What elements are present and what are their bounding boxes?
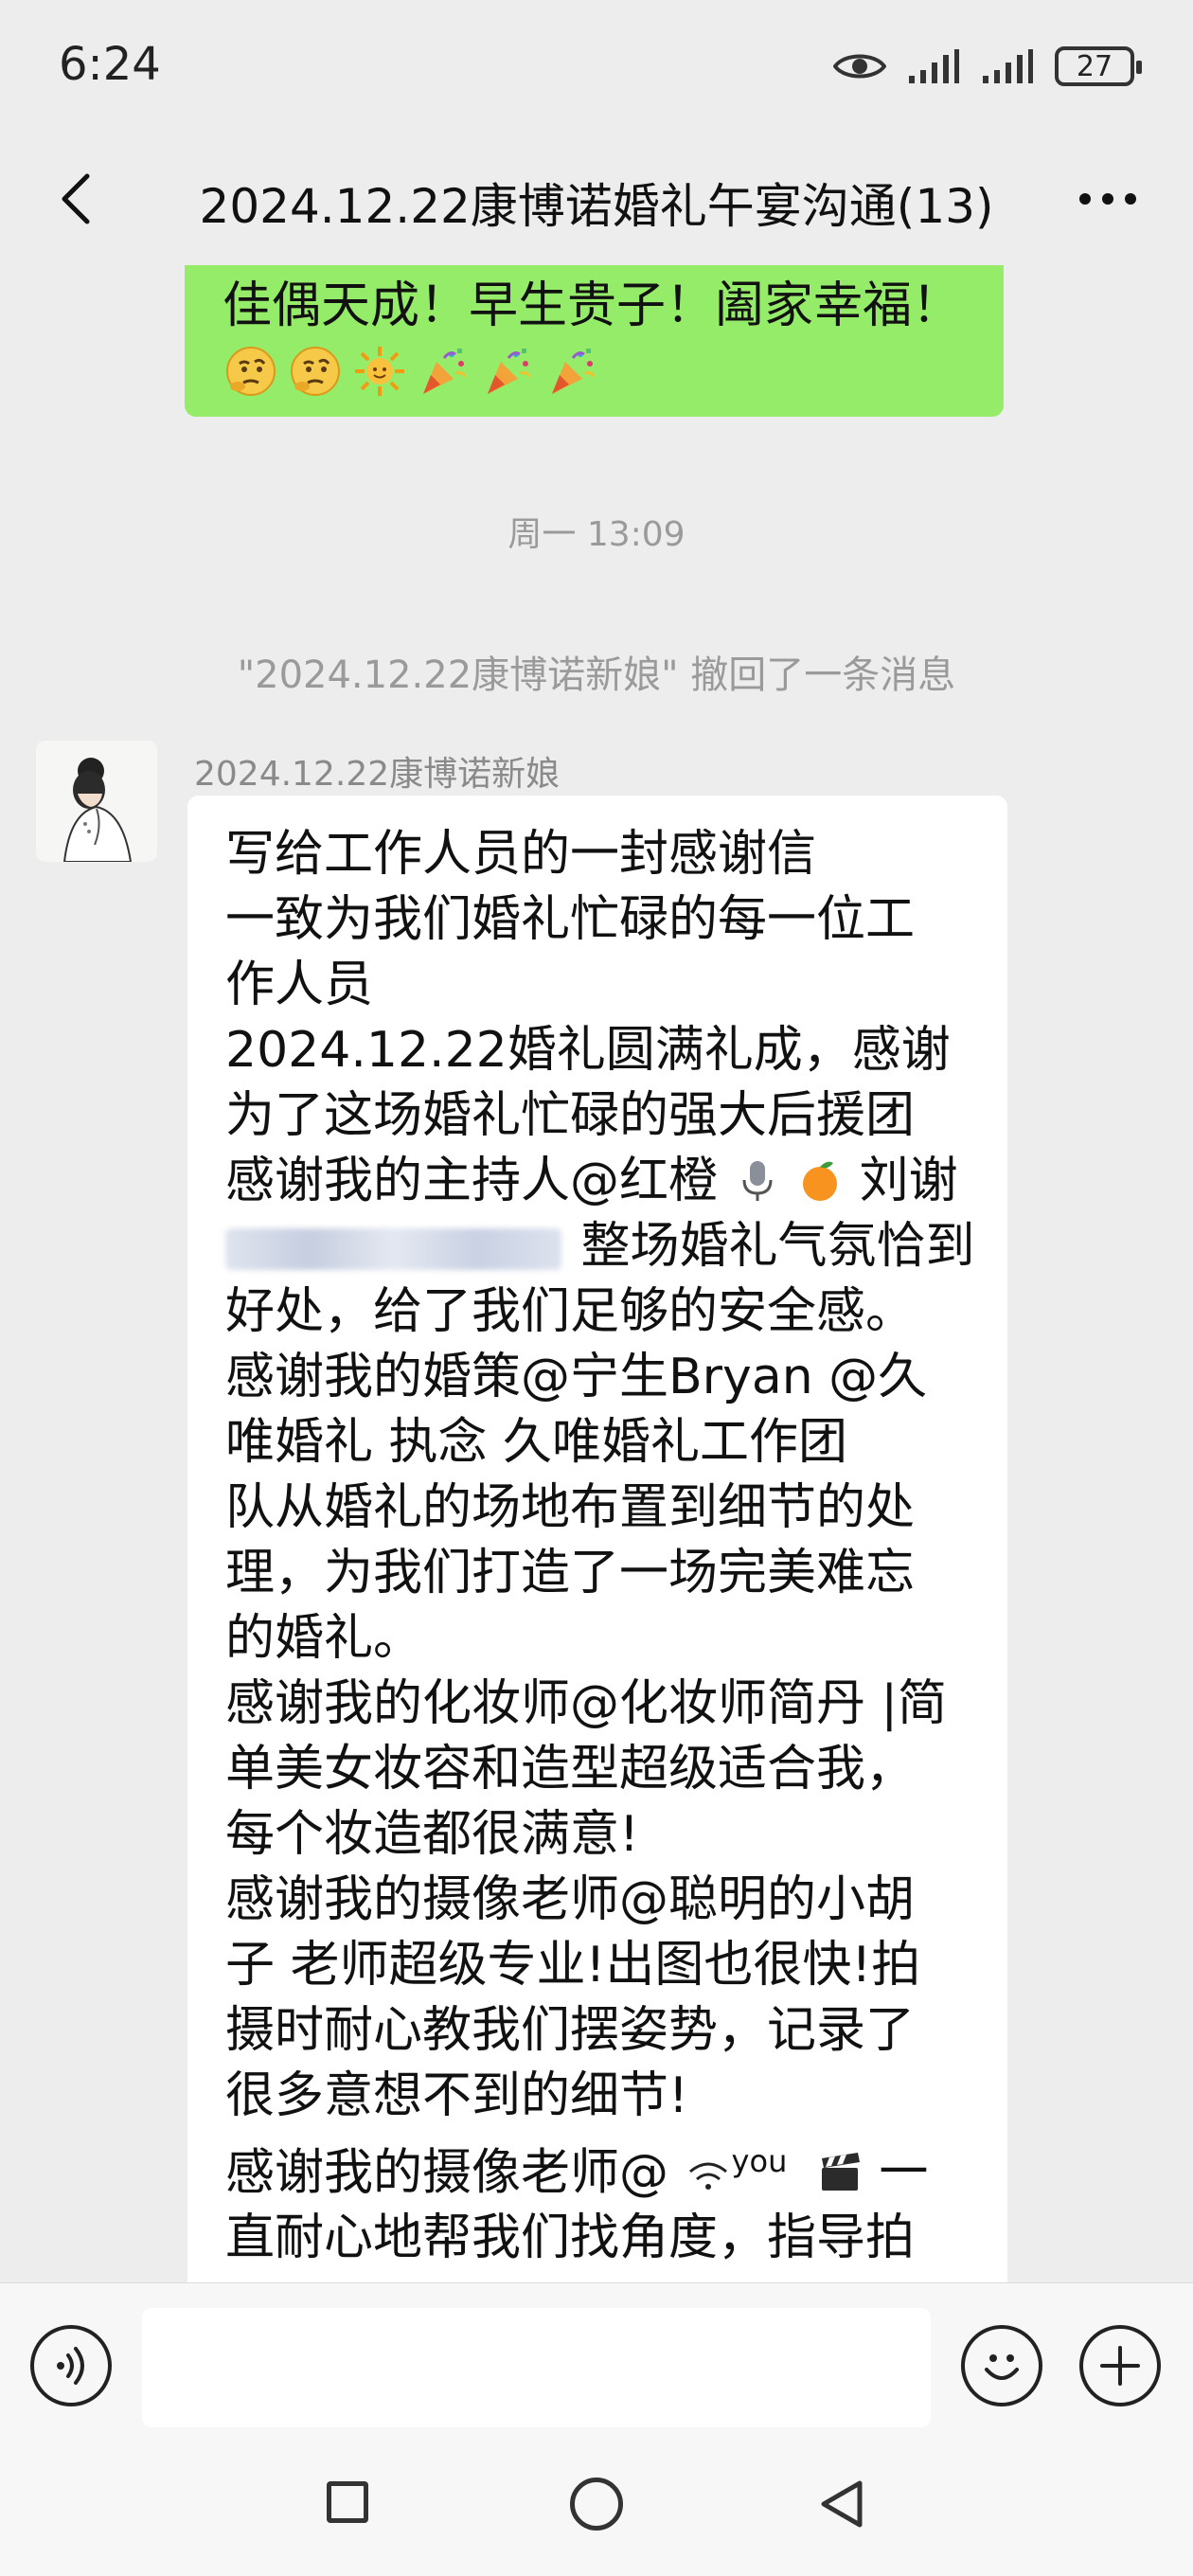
eye-icon [833, 54, 886, 79]
message-line: 每个妆造都很满意! [225, 1806, 639, 1863]
signal-icon-2 [983, 49, 1033, 83]
party-popper-emoji [544, 343, 601, 400]
party-popper-emoji [416, 343, 472, 400]
message-line: 直耐心地帮我们找角度，指导拍 [225, 2209, 916, 2267]
back-button[interactable] [38, 161, 114, 237]
recent-apps-button[interactable] [327, 2481, 368, 2523]
message-text: 刘谢 [859, 1153, 958, 1209]
message-line: 理，为我们打造了一场完美难忘 [225, 1545, 916, 1601]
message-line: 好处，给了我们足够的安全感。 [225, 1283, 916, 1340]
input-bar [0, 2282, 1193, 2453]
message-line: 摄时耐心教我们摆姿势，记录了 [225, 2002, 916, 2059]
wifi-icon [688, 2162, 727, 2191]
sent-message-bubble[interactable]: 佳偶天成！早生贵子！阖家幸福！ [185, 265, 1004, 417]
smiley-icon [985, 2354, 1019, 2380]
message-line: 整场婚礼气氛恰到 [225, 1214, 975, 1279]
message-line: 感谢我的化妆师@化妆师简丹 |简 [225, 1675, 948, 1732]
microphone-icon [742, 1161, 773, 1201]
message-line: 写给工作人员的一封感谢信 [225, 826, 817, 883]
battery-icon: 27 [1055, 46, 1142, 86]
battery-level: 27 [1076, 49, 1113, 83]
message-line: 队从婚礼的场地布置到细节的处 [225, 1479, 916, 1536]
message-line: 感谢我的摄像老师@ you 一 [225, 2129, 971, 2206]
voice-icon [57, 2347, 84, 2385]
recall-notice: "2024.12.22康博诺新娘" 撤回了一条消息 [237, 653, 956, 697]
home-button[interactable] [570, 2478, 623, 2531]
message-line: 感谢我的婚策@宁生Bryan @久 [225, 1349, 928, 1405]
voice-button[interactable] [30, 2325, 112, 2406]
message-text: 整场婚礼气氛恰到 [580, 1218, 975, 1275]
sun-emoji [351, 343, 408, 400]
chat-area[interactable]: 佳偶天成！早生贵子！阖家幸福！ 周一 13:09 "2024.12.22康博诺新… [0, 265, 1193, 2282]
title-bar: 2024.12.22康博诺婚礼午宴沟通(13) [0, 133, 1193, 265]
more-functions-button[interactable] [1079, 2325, 1161, 2406]
message-line: 为了这场婚礼忙碌的强大后援团 [225, 1087, 916, 1144]
message-line: 很多意想不到的细节! [225, 2067, 688, 2124]
party-popper-emoji [480, 343, 537, 400]
back-triangle-icon[interactable] [814, 2476, 871, 2532]
blurred-mention [225, 1228, 561, 1270]
avatar[interactable] [36, 741, 157, 862]
message-line: 唯婚礼 执念 久唯婚礼工作团 [225, 1414, 848, 1471]
chevron-left-icon [62, 173, 90, 224]
message-line: 的婚礼。 [225, 1610, 423, 1667]
received-message-bubble[interactable]: 写给工作人员的一封感谢信 一致为我们婚礼忙碌的每一位工 作人员 2024.12.… [187, 796, 1007, 2282]
thinking-face-emoji [287, 343, 344, 400]
system-nav-bar [0, 2453, 1193, 2576]
emoji-button[interactable] [961, 2325, 1042, 2406]
message-line: 单美女妆容和造型超级适合我， [225, 1741, 916, 1798]
message-text: 感谢我的摄像老师@ [225, 2144, 669, 2202]
message-text: 佳偶天成！早生贵子！阖家幸福！ [223, 277, 962, 334]
chat-title: 2024.12.22康博诺婚礼午宴沟通(13) [199, 179, 994, 234]
more-button[interactable] [1060, 161, 1155, 237]
time-label: 周一 13:09 [507, 515, 686, 554]
status-icons: 27 [833, 38, 1142, 95]
sender-name: 2024.12.22康博诺新娘 [194, 755, 561, 794]
orange-icon [803, 1161, 838, 1201]
status-time: 6:24 [59, 38, 161, 91]
message-line: 子 老师超级专业!出图也很快!拍 [225, 1937, 921, 1994]
thinking-face-emoji [223, 343, 279, 400]
plus-icon [1100, 2346, 1140, 2386]
signal-icon [909, 49, 959, 83]
message-line: 感谢我的摄像老师@聪明的小胡 [225, 1871, 916, 1928]
mention-suffix: you [731, 2143, 788, 2179]
message-text: 感谢我的主持人@红橙 [225, 1153, 719, 1209]
message-text: 一 [879, 2144, 929, 2202]
message-line: 2024.12.22婚礼圆满礼成，感谢 [225, 1022, 951, 1079]
more-dots-icon [1079, 193, 1136, 205]
message-line: 感谢我的主持人@红橙 刘谢 [225, 1149, 971, 1214]
message-line: 一致为我们婚礼忙碌的每一位工 [225, 891, 916, 948]
clapperboard-icon [821, 2153, 860, 2191]
message-line: 作人员 [225, 957, 374, 1013]
avatar-image [36, 741, 157, 862]
status-bar: 6:24 27 [0, 0, 1193, 133]
emoji-row [223, 343, 966, 400]
message-input[interactable] [142, 2308, 931, 2427]
